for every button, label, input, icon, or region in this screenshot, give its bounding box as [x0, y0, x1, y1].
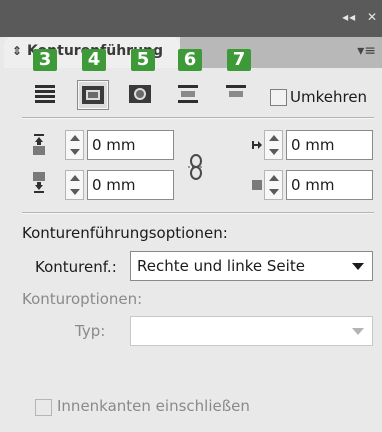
- divider-top: [22, 117, 374, 119]
- wrap-to-label: Konturenf.:: [35, 258, 117, 276]
- invert-checkbox[interactable]: [270, 89, 287, 106]
- wrap-around-bounding-box-icon: [82, 86, 104, 104]
- text-wrap-panel: ◂◂ ✕ ⇕ Konturenführung ▾≡ 3 4 5 6 7: [0, 0, 382, 432]
- close-panel-button[interactable]: ✕: [367, 10, 378, 24]
- wrap-around-object-shape-icon: [129, 85, 151, 103]
- collapse-panel-button[interactable]: ◂◂: [342, 10, 356, 24]
- jump-to-next-column-icon: [226, 85, 246, 97]
- callout-badge-6: 6: [178, 49, 202, 71]
- callout-badge-3: 3: [33, 49, 57, 71]
- bottom-offset-icon: [33, 172, 45, 193]
- top-offset-stepper[interactable]: [65, 130, 84, 160]
- chevron-down-icon: [352, 263, 364, 270]
- panel-titlebar[interactable]: ◂◂ ✕: [0, 0, 382, 37]
- chain-link-icon[interactable]: [186, 154, 206, 180]
- wrap-bounding-box-button[interactable]: [77, 80, 109, 110]
- wrap-to-value: Rechte und linke Seite: [137, 257, 305, 275]
- tab-bar-empty-area: ▾≡: [180, 37, 382, 68]
- bottom-offset-stepper[interactable]: [65, 170, 84, 200]
- contour-type-select[interactable]: [130, 316, 373, 346]
- callout-badge-4: 4: [82, 49, 106, 71]
- left-offset-input[interactable]: 0 mm: [286, 130, 373, 160]
- callout-badge-5: 5: [131, 49, 155, 71]
- top-offset-icon: [33, 134, 45, 155]
- right-offset-input[interactable]: 0 mm: [286, 170, 373, 200]
- invert-label: Umkehren: [290, 88, 368, 106]
- tab-cycle-icon[interactable]: ⇕: [12, 44, 22, 58]
- divider-middle: [22, 212, 374, 214]
- jump-to-next-column-button[interactable]: [221, 80, 251, 108]
- wrap-object-shape-button[interactable]: [125, 80, 155, 108]
- contour-type-label: Typ:: [75, 322, 106, 340]
- wrap-to-select[interactable]: Rechte und linke Seite: [130, 251, 373, 281]
- top-offset-input[interactable]: 0 mm: [87, 130, 174, 160]
- left-offset-stepper[interactable]: [264, 130, 283, 160]
- include-inside-edges-checkbox[interactable]: [35, 399, 52, 416]
- contour-type-chevron-down-icon: [352, 328, 364, 335]
- bottom-offset-input[interactable]: 0 mm: [87, 170, 174, 200]
- jump-object-button[interactable]: [173, 80, 203, 108]
- no-wrap-icon: [35, 85, 55, 103]
- panel-menu-icon[interactable]: ▾≡: [357, 43, 376, 59]
- no-wrap-button[interactable]: [30, 80, 60, 108]
- callout-badge-7: 7: [227, 49, 251, 71]
- include-inside-edges-label: Innenkanten einschließen: [57, 397, 250, 415]
- wrap-options-heading: Konturenführungsoptionen:: [22, 224, 228, 242]
- jump-object-icon: [178, 85, 198, 103]
- titlebar-controls: ◂◂ ✕: [336, 10, 378, 24]
- right-offset-stepper[interactable]: [264, 170, 283, 200]
- contour-options-heading: Konturoptionen:: [22, 290, 143, 308]
